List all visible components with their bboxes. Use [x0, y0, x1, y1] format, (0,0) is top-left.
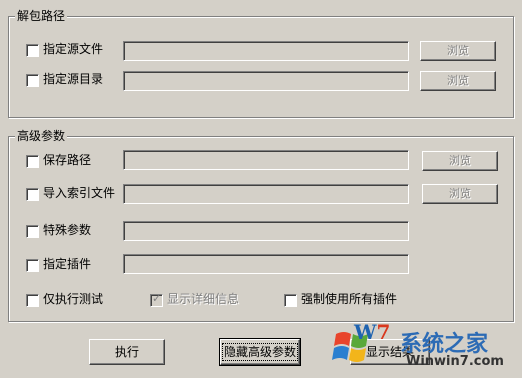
- save-path-checkbox[interactable]: [26, 155, 39, 168]
- import-index-label: 导入索引文件: [43, 186, 116, 200]
- import-index-checkbox[interactable]: [26, 188, 39, 201]
- source-file-browse-label: 浏览: [447, 44, 469, 57]
- special-params-input[interactable]: [123, 221, 409, 241]
- site-watermark: W7 系统之家 Winwin7.com: [330, 318, 522, 378]
- plugin-checkbox[interactable]: [26, 259, 39, 272]
- save-path-input[interactable]: [123, 150, 409, 170]
- special-params-label: 特殊参数: [43, 223, 92, 237]
- watermark-url: Winwin7.com: [406, 354, 504, 369]
- force-plugins-checkbox[interactable]: [284, 294, 297, 307]
- show-details-checkbox[interactable]: ✓: [150, 292, 163, 307]
- source-file-input[interactable]: [123, 41, 409, 61]
- source-file-label: 指定源文件: [43, 42, 104, 56]
- execute-button-label: 执行: [114, 345, 139, 359]
- source-dir-browse-label: 浏览: [447, 74, 469, 87]
- advanced-params-group: 高级参数 保存路径 浏览 导入索引文件 浏览 特殊参数 指定插件 仅执行测试 ✓…: [8, 129, 514, 322]
- import-index-input[interactable]: [123, 184, 409, 204]
- show-details-label: 显示详细信息: [167, 292, 240, 306]
- execute-button[interactable]: 执行: [89, 339, 165, 365]
- plugin-label: 指定插件: [43, 257, 92, 271]
- unpack-path-group-title: 解包路径: [15, 9, 68, 23]
- test-only-label: 仅执行测试: [43, 292, 104, 306]
- watermark-brand: W7: [354, 320, 391, 344]
- save-path-label: 保存路径: [43, 153, 92, 167]
- force-plugins-label: 强制使用所有插件: [301, 292, 398, 306]
- special-params-checkbox[interactable]: [26, 225, 39, 238]
- source-dir-label: 指定源目录: [43, 72, 104, 86]
- hide-advanced-button-label: 隐藏高级参数: [221, 343, 299, 361]
- test-only-checkbox[interactable]: [26, 294, 39, 307]
- hide-advanced-button[interactable]: 隐藏高级参数: [219, 338, 301, 366]
- source-dir-input[interactable]: [123, 71, 409, 91]
- import-index-browse-button[interactable]: 浏览: [422, 184, 498, 204]
- source-dir-checkbox[interactable]: [26, 74, 39, 87]
- advanced-params-group-title: 高级参数: [15, 129, 68, 143]
- import-index-browse-label: 浏览: [449, 187, 471, 200]
- source-file-checkbox[interactable]: [26, 44, 39, 57]
- unpack-path-group: 解包路径 指定源文件 浏览 指定源目录 浏览: [8, 9, 514, 118]
- checkmark-icon: ✓: [152, 292, 162, 305]
- source-dir-browse-button[interactable]: 浏览: [420, 71, 496, 91]
- source-file-browse-button[interactable]: 浏览: [420, 41, 496, 61]
- save-path-browse-button[interactable]: 浏览: [422, 151, 498, 171]
- plugin-input[interactable]: [123, 254, 409, 274]
- save-path-browse-label: 浏览: [449, 154, 471, 167]
